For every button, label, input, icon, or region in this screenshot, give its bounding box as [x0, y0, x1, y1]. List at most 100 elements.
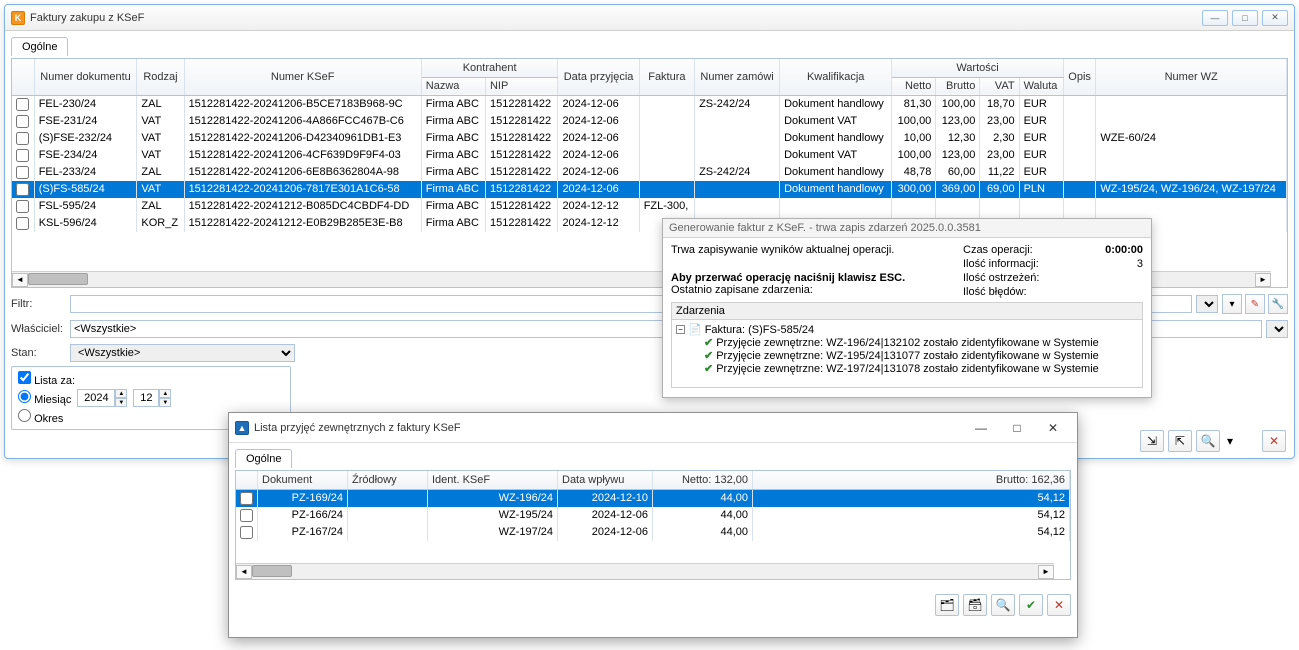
- tab-general[interactable]: Ogólne: [11, 37, 68, 56]
- import-button[interactable]: ⇲: [1140, 430, 1164, 452]
- sub-window-title: Lista przyjęć zewnętrznych z faktury KSe…: [254, 422, 963, 434]
- table-row[interactable]: FSL-595/24ZAL1512281422-20241212-B085DC4…: [12, 198, 1287, 215]
- sub-action1-button[interactable]: 🗂: [935, 594, 959, 616]
- cancel-button[interactable]: ✕: [1262, 430, 1286, 452]
- minimize-button[interactable]: —: [1202, 10, 1228, 26]
- sub-search-button[interactable]: 🔍: [991, 594, 1015, 616]
- row-checkbox[interactable]: [240, 526, 253, 539]
- close-button[interactable]: ✕: [1262, 10, 1288, 26]
- col-faktura[interactable]: Faktura: [639, 59, 694, 95]
- sub-minimize-button[interactable]: —: [963, 417, 999, 439]
- search-button[interactable]: 🔍: [1196, 430, 1220, 452]
- year-spinner[interactable]: ▲▼: [77, 389, 127, 407]
- check-icon: ✔: [704, 362, 713, 375]
- month-radio-label[interactable]: Miesiąc: [18, 390, 71, 406]
- tree-collapse-icon[interactable]: −: [676, 325, 685, 334]
- sub-cancel-button[interactable]: ✕: [1047, 594, 1071, 616]
- table-row[interactable]: PZ-169/24WZ-196/242024-12-10 44,0054,12: [236, 489, 1070, 507]
- col-rodzaj[interactable]: Rodzaj: [137, 59, 184, 95]
- table-row[interactable]: PZ-167/24WZ-197/242024-12-06 44,0054,12: [236, 524, 1070, 541]
- filter-funnel-icon[interactable]: ▾: [1222, 294, 1242, 314]
- row-checkbox[interactable]: [240, 492, 253, 505]
- row-checkbox[interactable]: [16, 115, 29, 128]
- row-checkbox[interactable]: [240, 509, 253, 522]
- status-select[interactable]: <Wszystkie>: [70, 344, 295, 362]
- sub-col-dokument[interactable]: Dokument: [258, 471, 348, 489]
- row-checkbox[interactable]: [16, 132, 29, 145]
- sub-tab-general[interactable]: Ogólne: [235, 449, 292, 468]
- scroll-right-icon[interactable]: ►: [1255, 273, 1271, 287]
- row-checkbox[interactable]: [16, 217, 29, 230]
- col-numer-dok[interactable]: Numer dokumentu: [34, 59, 137, 95]
- scroll-left-icon[interactable]: ◄: [12, 273, 28, 287]
- sub-col-data[interactable]: Data wpływu: [558, 471, 653, 489]
- dropdown-arrow-icon[interactable]: ▾: [1224, 430, 1236, 452]
- maximize-button[interactable]: □: [1232, 10, 1258, 26]
- events-header: Zdarzenia: [671, 302, 1143, 320]
- sub-window: ▲ Lista przyjęć zewnętrznych z faktury K…: [228, 412, 1078, 638]
- sub-col-brutto[interactable]: Brutto: 162,36: [753, 471, 1070, 489]
- sub-action2-button[interactable]: 🗃: [963, 594, 987, 616]
- owner-dropdown[interactable]: [1266, 320, 1288, 338]
- row-checkbox[interactable]: [16, 149, 29, 162]
- col-zamow[interactable]: Numer zamówi: [695, 59, 780, 95]
- filter-wrench-icon[interactable]: 🔧: [1268, 294, 1288, 314]
- period-radio-label[interactable]: Okres: [18, 409, 63, 425]
- row-checkbox[interactable]: [16, 98, 29, 111]
- sub-col-ident[interactable]: Ident. KSeF: [428, 471, 558, 489]
- sub-col-netto[interactable]: Netto: 132,00: [653, 471, 753, 489]
- col-vat[interactable]: VAT: [980, 77, 1019, 95]
- table-row[interactable]: FSE-234/24VAT1512281422-20241206-4CF639D…: [12, 147, 1287, 164]
- row-checkbox[interactable]: [16, 183, 29, 196]
- month-spinner[interactable]: ▲▼: [133, 389, 171, 407]
- row-checkbox[interactable]: [16, 200, 29, 213]
- app-icon: K: [11, 11, 25, 25]
- err-label: Ilość błędów:: [963, 286, 1027, 298]
- sub-grid[interactable]: Dokument Źródłowy Ident. KSeF Data wpływ…: [235, 470, 1071, 580]
- period-radio[interactable]: [18, 409, 31, 422]
- sub-scroll-right-icon[interactable]: ►: [1038, 565, 1054, 579]
- table-row[interactable]: (S)FS-585/24VAT1512281422-20241206-7817E…: [12, 181, 1287, 198]
- row-checkbox[interactable]: [16, 166, 29, 179]
- status-label: Stan:: [11, 347, 66, 359]
- progress-msg2: Aby przerwać operację naciśnij klawisz E…: [671, 272, 905, 284]
- sub-maximize-button[interactable]: □: [999, 417, 1035, 439]
- col-numer-ksef[interactable]: Numer KSeF: [184, 59, 421, 95]
- col-wz[interactable]: Numer WZ: [1096, 59, 1287, 95]
- time-label: Czas operacji:: [963, 244, 1033, 256]
- filter-dropdown[interactable]: [1196, 295, 1218, 313]
- table-row[interactable]: FSE-231/24VAT1512281422-20241206-4A866FC…: [12, 113, 1287, 130]
- col-brutto[interactable]: Brutto: [936, 77, 980, 95]
- col-netto[interactable]: Netto: [892, 77, 936, 95]
- tree-child: ✔Przyjęcie zewnętrzne: WZ-196/24|132102 …: [704, 336, 1138, 349]
- export-button[interactable]: ⇱: [1168, 430, 1192, 452]
- col-waluta[interactable]: Waluta: [1019, 77, 1063, 95]
- table-row[interactable]: FEL-233/24ZAL1512281422-20241206-6E8B636…: [12, 164, 1287, 181]
- sub-col-zrodlowy[interactable]: Źródłowy: [348, 471, 428, 489]
- tree-child: ✔Przyjęcie zewnętrzne: WZ-197/24|131078 …: [704, 362, 1138, 375]
- sub-close-button[interactable]: ✕: [1035, 417, 1071, 439]
- progress-title: Generowanie faktur z KSeF. - trwa zapis …: [663, 219, 1151, 238]
- progress-dialog: Generowanie faktur z KSeF. - trwa zapis …: [662, 218, 1152, 398]
- titlebar[interactable]: K Faktury zakupu z KSeF — □ ✕: [5, 5, 1294, 31]
- events-tree[interactable]: − 📄 Faktura: (S)FS-585/24 ✔Przyjęcie zew…: [671, 320, 1143, 388]
- time-value: 0:00:00: [1105, 244, 1143, 256]
- sub-confirm-button[interactable]: ✔: [1019, 594, 1043, 616]
- month-radio[interactable]: [18, 390, 31, 403]
- table-row[interactable]: PZ-166/24WZ-195/242024-12-06 44,0054,12: [236, 507, 1070, 524]
- table-row[interactable]: (S)FSE-232/24VAT1512281422-20241206-D423…: [12, 130, 1287, 147]
- sub-scroll-left-icon[interactable]: ◄: [236, 565, 252, 579]
- sub-horizontal-scrollbar[interactable]: ◄ ►: [236, 563, 1054, 579]
- col-nazwa[interactable]: Nazwa: [421, 77, 485, 95]
- col-opis[interactable]: Opis: [1063, 59, 1096, 95]
- lista-za-label: Lista za:: [18, 375, 75, 387]
- col-group-wartosci[interactable]: Wartości: [892, 59, 1063, 77]
- col-data[interactable]: Data przyjęcia: [558, 59, 639, 95]
- filter-edit-icon[interactable]: ✎: [1245, 294, 1265, 314]
- col-group-kontrahent[interactable]: Kontrahent: [421, 59, 558, 77]
- lista-za-checkbox[interactable]: [18, 371, 31, 384]
- col-nip[interactable]: NIP: [485, 77, 557, 95]
- col-kwalifikacja[interactable]: Kwalifikacja: [780, 59, 892, 95]
- table-row[interactable]: FEL-230/24ZAL1512281422-20241206-B5CE718…: [12, 95, 1287, 113]
- warn-label: Ilość ostrzeżeń:: [963, 272, 1039, 284]
